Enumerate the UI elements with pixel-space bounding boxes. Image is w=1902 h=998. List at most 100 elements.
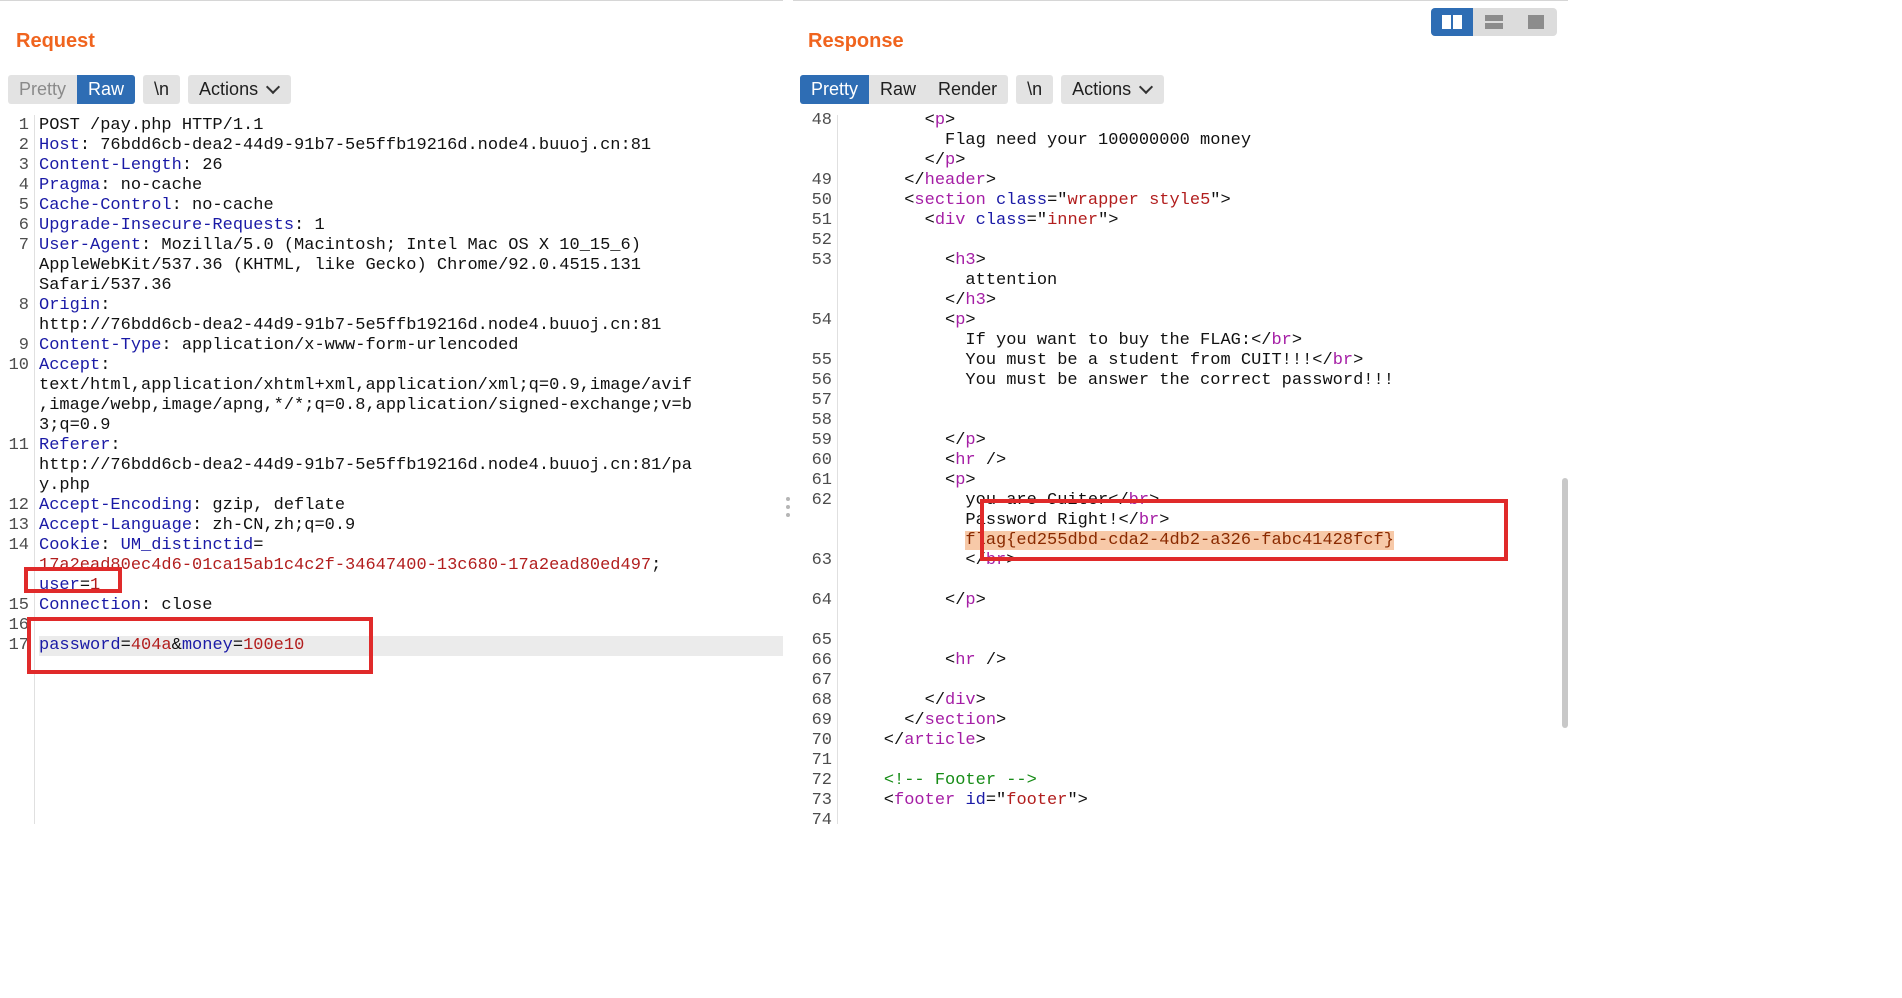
code-line: Upgrade-Insecure-Requests: 1 (39, 216, 783, 236)
code-token: = (79, 576, 91, 595)
response-tab-render[interactable]: Render (927, 75, 1008, 104)
code-token: http://76bdd6cb-dea2-44d9-91b7-5e5ffb192… (39, 316, 662, 335)
code-token: > (985, 171, 997, 190)
code-line: </br> (843, 551, 1568, 571)
code-token: Referer (39, 436, 111, 455)
code-token: If you want to buy the FLAG:</ (843, 331, 1272, 350)
line-number: 3 (18, 156, 29, 175)
code-token: POST /pay.php HTTP/1.1 (39, 116, 264, 135)
code-line: Flag need your 100000000 money (843, 131, 1568, 151)
response-actions-button[interactable]: Actions (1061, 75, 1164, 104)
code-line: flag{ed255dbd-cda2-4db2-a326-fabc41428fc… (843, 531, 1568, 551)
code-line: ,image/webp,image/apng,*/*;q=0.8,applica… (39, 396, 783, 416)
code-token: < (843, 451, 956, 470)
code-line: User-Agent: Mozilla/5.0 (Macintosh; Inte… (39, 236, 783, 256)
code-token: 1 (90, 576, 101, 595)
code-token: > (1006, 551, 1017, 570)
response-tab-raw[interactable]: Raw (869, 75, 927, 104)
code-token: p (955, 471, 966, 490)
code-token: UM_distinctid (120, 536, 254, 555)
code-line: POST /pay.php HTTP/1.1 (39, 116, 783, 136)
code-line: <p> (843, 111, 1568, 131)
code-token: 17a2ead80ec4d6-01ca15ab1c4c2f-34647400-1… (39, 556, 652, 575)
code-token: Content-Type (39, 336, 162, 355)
code-token: Upgrade-Insecure-Requests (39, 216, 295, 235)
code-line: user=1 (39, 576, 783, 596)
line-number: 2 (18, 136, 29, 155)
request-toolbar: Pretty Raw \n Actions (8, 75, 292, 104)
code-token: p (945, 151, 956, 170)
code-line: Origin: (39, 296, 783, 316)
request-actions-label: Actions (199, 79, 259, 99)
code-token: </ (843, 151, 946, 170)
code-token: : (100, 536, 121, 555)
code-token: Content-Length (39, 156, 182, 175)
code-token: : close (141, 596, 213, 615)
response-toolbar: Pretty Raw Render \n Actions (800, 75, 1165, 104)
line-number: 63 (811, 551, 832, 570)
code-token: > (1149, 491, 1160, 510)
code-token: : Mozilla/5.0 (Macintosh; Intel Mac OS X… (141, 236, 641, 255)
split-vertical-icon[interactable] (1473, 8, 1515, 36)
code-token: > (975, 591, 986, 610)
request-tab-pretty[interactable]: Pretty (8, 75, 77, 104)
split-horizontal-icon[interactable] (1431, 8, 1473, 36)
line-number: 62 (811, 491, 832, 510)
response-editor[interactable]: 48 49 50 51 52 53 54 55 56 57 58 59 60 61 62 63 64 65 66 67… (793, 111, 1568, 824)
line-number: 71 (811, 751, 832, 770)
chevron-down-icon (266, 79, 281, 95)
code-line: Accept-Encoding: gzip, deflate (39, 496, 783, 516)
code-token: AppleWebKit/537.36 (KHTML, like Gecko) C… (39, 256, 641, 275)
request-newline-toggle[interactable]: \n (143, 75, 180, 104)
request-newline-group: \n (143, 75, 181, 104)
response-pane: Response Pretty Raw Render \n Actions 48… (793, 0, 1568, 824)
response-newline-toggle[interactable]: \n (1016, 75, 1053, 104)
code-line: Accept-Language: zh-CN,zh;q=0.9 (39, 516, 783, 536)
line-number: 10 (8, 356, 29, 375)
line-number: 1 (18, 116, 29, 135)
code-token: Accept-Encoding (39, 496, 193, 515)
response-view-tabs: Pretty Raw Render (800, 75, 1009, 104)
code-line: </p> (843, 591, 1568, 611)
response-scrollbar[interactable] (1562, 478, 1568, 728)
line-number: 56 (811, 371, 832, 390)
code-line: http://76bdd6cb-dea2-44d9-91b7-5e5ffb192… (39, 316, 783, 336)
code-token: < (843, 791, 895, 810)
code-token: : (110, 436, 121, 455)
line-number: 52 (811, 231, 832, 250)
code-token: > (975, 431, 986, 450)
code-token: : zh-CN,zh;q=0.9 (192, 516, 356, 535)
code-token: Accept-Language (39, 516, 193, 535)
code-token: hr (955, 651, 976, 670)
code-token: header (924, 171, 986, 190)
code-line: Cache-Control: no-cache (39, 196, 783, 216)
code-line: <section class="wrapper style5"> (843, 191, 1568, 211)
code-token: < (843, 471, 956, 490)
request-editor[interactable]: 1 2 3 4 5 6 7 8 9 10 11 12 13 14 15 16 17 POST /pay.php … (0, 115, 783, 824)
single-pane-icon[interactable] (1515, 8, 1557, 36)
response-tab-pretty[interactable]: Pretty (800, 75, 870, 104)
line-number: 13 (8, 516, 29, 535)
pane-splitter[interactable] (783, 0, 793, 823)
line-number: 51 (811, 211, 832, 230)
code-token: : no-cache (100, 176, 203, 195)
code-line: </div> (843, 691, 1568, 711)
code-token: "> (1098, 211, 1119, 230)
code-token: Origin (39, 296, 101, 315)
code-token: </ (843, 431, 966, 450)
request-actions-button[interactable]: Actions (188, 75, 291, 104)
splitter-grip-dot (786, 497, 790, 501)
code-token: http://76bdd6cb-dea2-44d9-91b7-5e5ffb192… (39, 456, 692, 475)
request-tab-raw[interactable]: Raw (77, 75, 136, 104)
code-token: : no-cache (171, 196, 274, 215)
code-token: Cache-Control (39, 196, 172, 215)
code-token: Accept (39, 356, 101, 375)
